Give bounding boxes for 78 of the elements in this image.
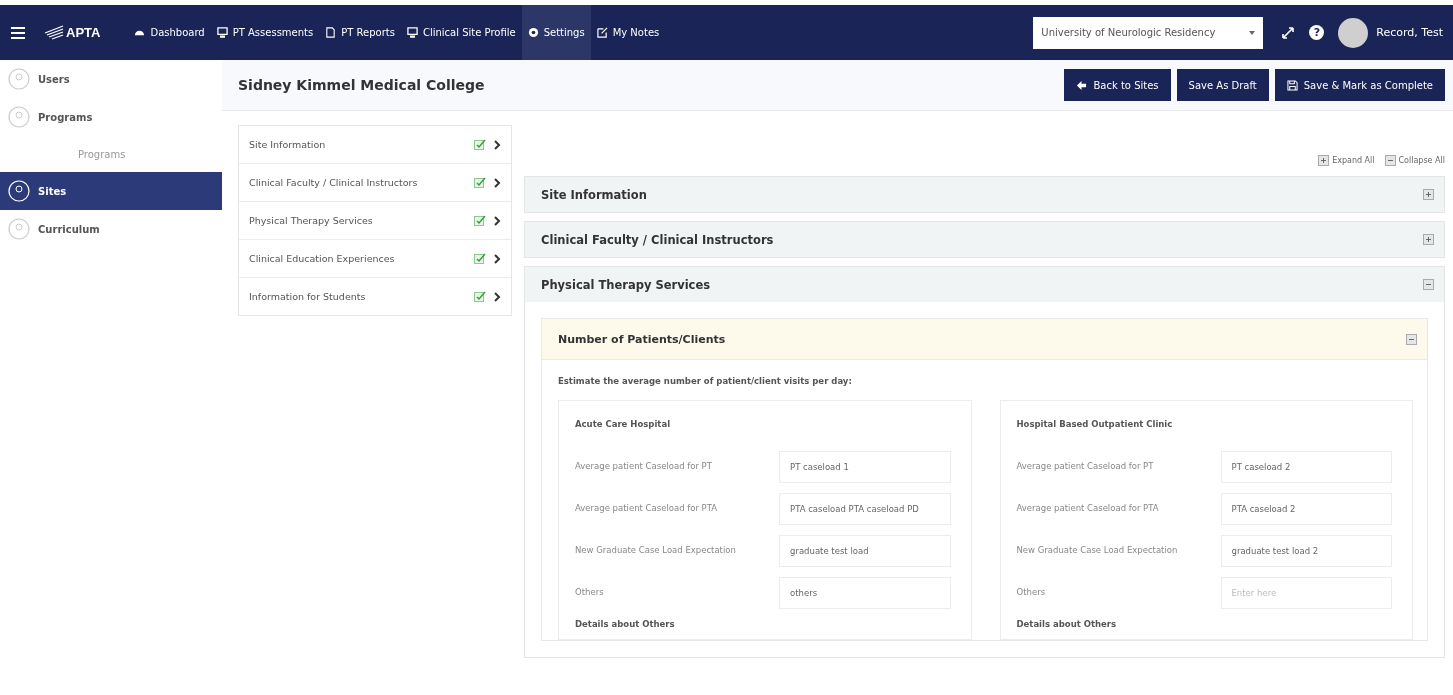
section-header[interactable]: Site Information	[525, 177, 1444, 212]
menu-icon[interactable]	[10, 25, 26, 40]
edit-icon	[596, 27, 608, 38]
field-label: Average patient Caseload for PT	[575, 460, 713, 473]
caret-icon	[1249, 30, 1256, 35]
input-field[interactable]: PT caseload 2	[1220, 451, 1392, 483]
monitor-icon	[216, 27, 228, 38]
section-header[interactable]: Clinical Faculty / Clinical Instructors	[525, 222, 1444, 257]
sidebar-item[interactable]: Programs	[0, 98, 222, 136]
card-title: Acute Care Hospital	[575, 419, 672, 429]
card-title: Hospital Based Outpatient Clinic	[1016, 419, 1174, 429]
logo-icon	[44, 24, 64, 41]
field-label: Average patient Caseload for PT	[1016, 460, 1155, 473]
brand-name: APTA	[66, 25, 101, 40]
collapse-icon[interactable]	[1423, 279, 1434, 290]
nav-link[interactable]: Clinical Site Profile	[400, 5, 522, 60]
circle-icon	[8, 68, 30, 90]
help-button[interactable]: ?	[1309, 25, 1325, 40]
monitor-icon	[406, 27, 418, 38]
section-title: Site Information	[541, 187, 647, 202]
field-label: Average patient Caseload for PTA	[1016, 502, 1160, 515]
document-icon	[325, 27, 337, 38]
collapse-icon[interactable]	[1406, 333, 1417, 345]
field-label: New Graduate Case Load Expectation	[1016, 544, 1179, 557]
section-nav-item[interactable]: Clinical Education Experiences	[239, 240, 511, 278]
section-title: Physical Therapy Services	[541, 277, 711, 292]
prompt-text: Estimate the average number of patient/client visits per day:	[557, 375, 853, 388]
section-header[interactable]: Physical Therapy Services	[525, 267, 1444, 302]
field-label: Others	[1016, 586, 1047, 599]
section-nav-item[interactable]: Clinical Faculty / Clinical Instructors	[239, 164, 511, 202]
toolbar-button[interactable]: Back to Sites	[1064, 69, 1171, 101]
settings-icon	[527, 27, 539, 38]
circle-icon	[8, 106, 30, 128]
nav-link[interactable]: My Notes	[590, 5, 666, 60]
input-field[interactable]: graduate test load	[779, 535, 951, 567]
toggle-link[interactable]: Expand All	[1318, 155, 1375, 166]
avatar[interactable]	[1338, 17, 1369, 48]
field-label: New Graduate Case Load Expectation	[575, 544, 737, 557]
sidebar-item[interactable]: Users	[0, 60, 222, 98]
field-label: Details about Others	[1016, 619, 1118, 629]
toolbar-button[interactable]: Save & Mark as Complete	[1274, 69, 1445, 101]
input-field[interactable]: PTA caseload 2	[1220, 493, 1392, 525]
circle-icon	[8, 218, 30, 240]
field-label: Details about Others	[575, 619, 676, 629]
input-field[interactable]: others	[779, 577, 951, 609]
user-name[interactable]: Record, Test	[1376, 26, 1443, 39]
input-field[interactable]: Enter here	[1220, 577, 1392, 609]
field-label: Average patient Caseload for PTA	[575, 502, 719, 515]
panel-title: Number of Patients/Clients	[558, 332, 726, 346]
sidebar-item[interactable]: Sites	[0, 172, 222, 210]
section-nav-item[interactable]: Information for Students	[239, 278, 511, 315]
expand-all-icon[interactable]	[1318, 155, 1330, 166]
chevron-right-icon	[494, 253, 501, 264]
chevron-right-icon	[494, 177, 501, 188]
collapse-all-icon[interactable]	[1384, 155, 1396, 166]
nav-link[interactable]: Dashboard	[128, 5, 211, 60]
toolbar-button[interactable]: Save As Draft	[1176, 69, 1269, 101]
arrow-left-icon	[1076, 79, 1088, 91]
program-select[interactable]: University of Neurologic Residency	[1033, 16, 1264, 49]
nav-link[interactable]: PT Reports	[319, 5, 401, 60]
chevron-right-icon	[494, 139, 501, 150]
field-label: Others	[575, 586, 605, 599]
section-nav-item[interactable]: Physical Therapy Services	[239, 202, 511, 240]
nav-link[interactable]: PT Assessments	[210, 5, 320, 60]
input-field[interactable]: graduate test load 2	[1220, 535, 1392, 567]
chevron-right-icon	[494, 215, 501, 226]
section-title: Clinical Faculty / Clinical Instructors	[541, 232, 774, 247]
save-icon	[1286, 79, 1298, 91]
section-nav-item[interactable]: Site Information	[239, 126, 511, 164]
input-field[interactable]: PT caseload 1	[779, 451, 951, 483]
chevron-right-icon	[494, 291, 501, 302]
nav-link[interactable]: Settings	[521, 5, 591, 60]
page-title: Sidney Kimmel Medical College	[238, 77, 486, 93]
toggle-link[interactable]: Collapse All	[1384, 155, 1445, 166]
sidebar-item[interactable]: Curriculum	[0, 210, 222, 248]
input-field[interactable]: PTA caseload PTA caseload PD	[779, 493, 951, 525]
circle-icon	[8, 180, 30, 202]
panel-header[interactable]: Number of Patients/Clients	[542, 319, 1427, 360]
